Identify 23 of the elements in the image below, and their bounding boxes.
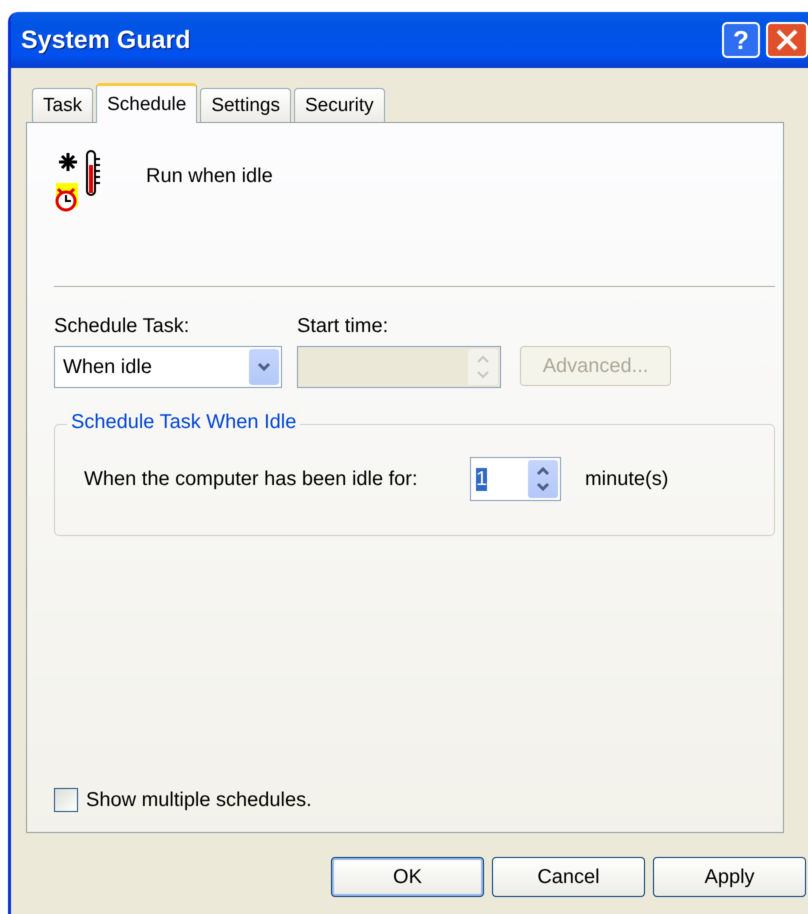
checkbox[interactable] [54,788,78,812]
task-description: Run when idle [146,164,273,188]
spin-arrows-icon [528,460,558,498]
help-button[interactable]: ? [722,22,760,58]
close-button[interactable] [766,22,808,58]
window-title: System Guard [21,26,191,54]
start-time-label: Start time: [297,315,388,338]
checkbox-label: Show multiple schedules. [86,788,312,812]
tab[interactable]: Schedule [96,83,198,123]
chevron-down-icon [257,362,271,372]
tab[interactable]: Task [32,88,94,122]
tab[interactable]: Security [294,88,385,122]
dialog-button[interactable]: Cancel [492,857,645,897]
close-icon [774,27,800,53]
dialog-button[interactable]: OK [331,857,484,897]
spin-arrows-icon [468,349,498,385]
dialog-button[interactable]: Apply [653,857,806,897]
tab[interactable]: Settings [200,88,291,122]
schedule-dropdown[interactable]: When idle [54,346,282,388]
schedule-task-label: Schedule Task: [54,315,190,338]
minutes-unit-label: minute(s) [585,468,668,490]
idle-time-label: When the computer has been idle for: [84,468,419,490]
minutes-spinner[interactable]: 1 [470,457,561,501]
